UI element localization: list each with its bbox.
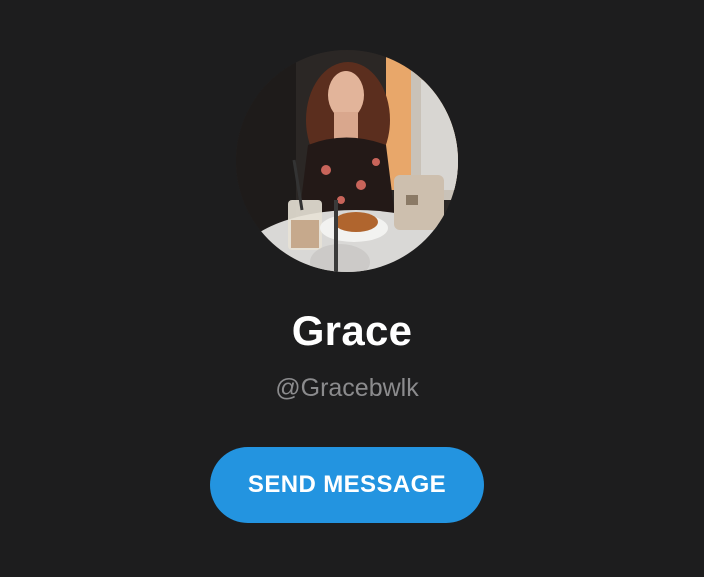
- avatar[interactable]: [236, 50, 458, 272]
- profile-handle: @Gracebwlk: [275, 374, 419, 402]
- profile-name: Grace: [291, 307, 413, 354]
- send-message-button[interactable]: SEND MESSAGE: [210, 447, 484, 523]
- profile-card: Grace @Gracebwlk SEND MESSAGE: [0, 0, 704, 577]
- profile-photo-icon: [236, 50, 458, 272]
